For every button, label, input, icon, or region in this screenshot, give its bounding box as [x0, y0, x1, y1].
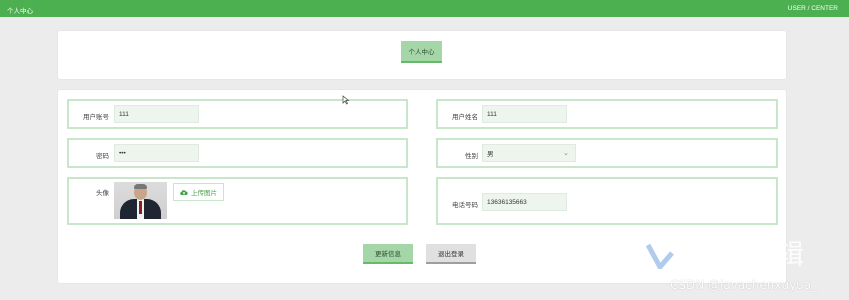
- username-label: 用户账号: [83, 114, 109, 121]
- phone-input[interactable]: 13636135663: [482, 193, 567, 211]
- logout-button[interactable]: 退出登录: [426, 244, 476, 264]
- personal-center-button[interactable]: 个人中心: [401, 41, 442, 63]
- watermark-logo: [646, 243, 674, 269]
- top-bar: 个人中心 USER / CENTER: [0, 0, 849, 17]
- realname-label: 用户姓名: [452, 114, 478, 121]
- watermark-char: 辑: [776, 238, 805, 271]
- update-info-button[interactable]: 更新信息: [363, 244, 413, 264]
- password-field-box: 密码 •••: [67, 138, 408, 168]
- gender-select[interactable]: 男 ⌄: [482, 144, 576, 162]
- app-title: 个人中心: [7, 8, 33, 15]
- username-input[interactable]: 111: [114, 105, 199, 123]
- cloud-upload-icon: [180, 189, 188, 195]
- chevron-down-icon: ⌄: [563, 150, 569, 157]
- upload-image-button[interactable]: 上传图片: [173, 183, 224, 201]
- gender-label: 性别: [465, 153, 478, 160]
- mouse-cursor-icon: [342, 95, 350, 105]
- avatar-field-box: 头像 上传图片: [67, 177, 408, 225]
- avatar-label: 头像: [96, 190, 109, 197]
- breadcrumb: USER / CENTER: [787, 5, 838, 12]
- password-input[interactable]: •••: [114, 144, 199, 162]
- realname-field-box: 用户姓名 111: [436, 99, 778, 129]
- upload-image-label: 上传图片: [191, 190, 217, 197]
- username-field-box: 用户账号 111: [67, 99, 408, 129]
- gender-field-box: 性别 男 ⌄: [436, 138, 778, 168]
- header-panel: 个人中心: [58, 31, 786, 79]
- realname-input[interactable]: 111: [482, 105, 567, 123]
- password-label: 密码: [96, 153, 109, 160]
- avatar-image: [114, 182, 167, 219]
- watermark-text: CSDN @javachenxuyua_: [670, 278, 818, 292]
- phone-label: 电话号码: [452, 202, 478, 209]
- profile-form: 用户账号 111 用户姓名 111 密码 ••• 性别 男 ⌄ 头像 上传图片 …: [58, 90, 786, 283]
- phone-field-box: 电话号码 13636135663: [436, 177, 778, 225]
- gender-value: 男: [487, 151, 494, 158]
